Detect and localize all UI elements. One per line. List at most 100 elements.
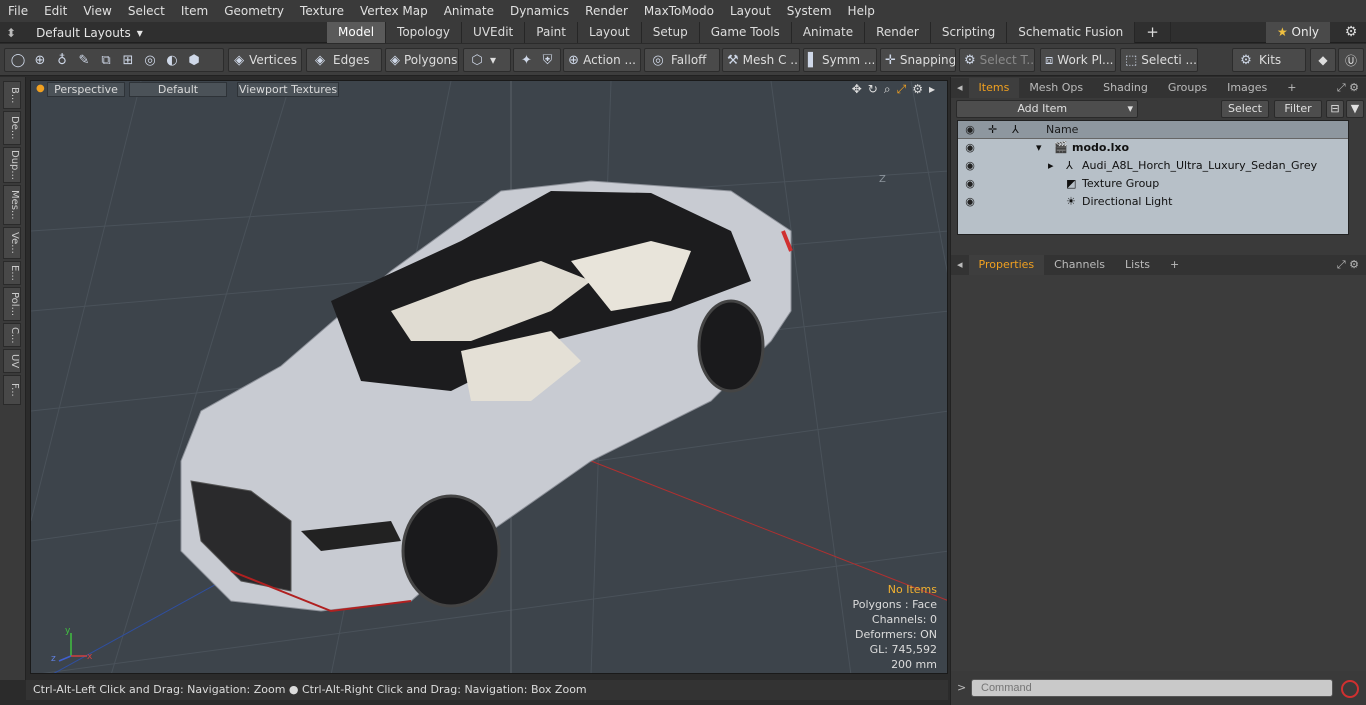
unreal-icon[interactable]: Ⓤ — [1338, 48, 1364, 72]
tab-lists[interactable]: Lists — [1115, 255, 1160, 275]
command-input[interactable] — [971, 679, 1333, 697]
menu-edit[interactable]: Edit — [36, 0, 75, 22]
menu-item[interactable]: Item — [173, 0, 216, 22]
tab-render[interactable]: Render — [865, 22, 931, 43]
left-tab-uv[interactable]: UV — [3, 349, 21, 373]
tab-shading[interactable]: Shading — [1093, 78, 1158, 98]
maximize-icon[interactable]: ⤢ — [897, 82, 907, 97]
menu-animate[interactable]: Animate — [436, 0, 502, 22]
menu-select[interactable]: Select — [120, 0, 173, 22]
car-model[interactable] — [180, 180, 793, 613]
falloff-button[interactable]: ◎ Falloff — [644, 48, 720, 72]
unity-icon[interactable]: ◆ — [1310, 48, 1336, 72]
selection-sets-button[interactable]: ⬚ Selecti ... — [1120, 48, 1198, 72]
pivot-icon[interactable]: ◎ — [141, 51, 159, 69]
tab-topology[interactable]: Topology — [386, 22, 463, 43]
filter-button[interactable]: Filter — [1274, 100, 1322, 118]
viewport-textures-dropdown[interactable]: Viewport Textures — [237, 82, 339, 97]
tab-properties[interactable]: Properties — [968, 255, 1045, 275]
tree-row-scene[interactable]: ◉ ▾ 🎬 modo.lxo — [958, 139, 1350, 157]
expand-arrow-icon[interactable]: ▸ — [1048, 157, 1054, 175]
menu-texture[interactable]: Texture — [292, 0, 352, 22]
gear-icon[interactable]: ⚙ — [912, 82, 923, 97]
tab-scripting[interactable]: Scripting — [930, 22, 1008, 43]
tab-uvedit[interactable]: UVEdit — [462, 22, 526, 43]
symmetry-button[interactable]: ▌ Symm ... — [803, 48, 877, 72]
menu-layout[interactable]: Layout — [722, 0, 779, 22]
menu-maxtomodo[interactable]: MaxToModo — [636, 0, 722, 22]
funnel-icon[interactable]: ▼ — [1346, 100, 1364, 118]
left-tab-vertex[interactable]: Ve... — [3, 227, 21, 259]
menu-help[interactable]: Help — [840, 0, 883, 22]
tab-game-tools[interactable]: Game Tools — [699, 22, 792, 43]
perspective-dropdown[interactable]: Perspective — [47, 82, 125, 97]
visibility-eye-icon[interactable]: ◉ — [962, 157, 978, 175]
tab-schematic-fusion[interactable]: Schematic Fusion — [1007, 22, 1136, 43]
lasso-icon[interactable]: ♁ — [53, 51, 71, 69]
left-tab-edge[interactable]: E... — [3, 261, 21, 285]
tree-row-texture-group[interactable]: ◉ ◩ Texture Group — [958, 175, 1350, 193]
tab-model[interactable]: Model — [327, 22, 387, 43]
layout-collapse-icon[interactable]: ⬍ — [6, 26, 16, 40]
center-icon[interactable]: ⊞ — [119, 51, 137, 69]
tab-groups[interactable]: Groups — [1158, 78, 1217, 98]
left-tab-basic[interactable]: B... — [3, 81, 21, 109]
globe-icon[interactable]: ⊕ — [31, 51, 49, 69]
menu-view[interactable]: View — [75, 0, 119, 22]
left-tab-mesh-edit[interactable]: Mes... — [3, 185, 21, 225]
paint-select-icon[interactable]: ✎ — [75, 51, 93, 69]
panel-menu-icon[interactable]: ◂ — [951, 78, 969, 98]
3d-viewport[interactable]: Z y x z ● Perspective Default Viewport T — [30, 80, 948, 674]
tree-row-light[interactable]: ◉ ☀ Directional Light — [958, 193, 1350, 211]
snapping-button[interactable]: ✛ Snapping — [880, 48, 956, 72]
work-plane-button[interactable]: ⧈ Work Pl... — [1040, 48, 1116, 72]
zoom-icon[interactable]: ⌕ — [884, 82, 891, 97]
axes-column-icon[interactable]: ⅄ — [1012, 121, 1019, 139]
left-tab-fusion[interactable]: F... — [3, 375, 21, 405]
visibility-eye-icon[interactable]: ◉ — [962, 193, 978, 211]
only-toggle[interactable]: ★ Only — [1266, 22, 1330, 43]
play-icon[interactable]: ▸ — [929, 82, 935, 97]
menu-file[interactable]: File — [0, 0, 36, 22]
tab-setup[interactable]: Setup — [641, 22, 700, 43]
panel-options-icons[interactable]: ⤢ ⚙ — [1337, 258, 1366, 272]
visibility-eye-icon[interactable]: ◉ — [962, 139, 978, 157]
mesh-constraint-button[interactable]: ⚒ Mesh C ... — [722, 48, 800, 72]
tab-images[interactable]: Images — [1217, 78, 1277, 98]
kits-button[interactable]: ⚙ Kits — [1232, 48, 1306, 72]
viewport-menu-dot-icon[interactable]: ● — [36, 83, 45, 94]
add-tab-icon[interactable]: + — [1277, 78, 1306, 98]
circle-select-icon[interactable]: ◯ — [9, 51, 27, 69]
tab-layout[interactable]: Layout — [577, 22, 642, 43]
tree-row-mesh[interactable]: ◉ ▸ ⅄ Audi_A8L_Horch_Ultra_Luxury_Sedan_… — [958, 157, 1350, 175]
left-tab-deform[interactable]: De... — [3, 111, 21, 145]
select-through-button[interactable]: ⚙ Select T... — [959, 48, 1035, 72]
record-icon[interactable] — [1341, 680, 1359, 698]
shading-dropdown[interactable]: Default — [129, 82, 227, 97]
edges-button[interactable]: ◈ Edges — [306, 48, 382, 72]
item-mode-icon[interactable]: ⬢ — [185, 51, 203, 69]
select-button[interactable]: Select — [1221, 100, 1269, 118]
collapse-icon[interactable]: ⊟ — [1326, 100, 1344, 118]
visibility-eye-icon[interactable]: ◉ — [962, 175, 978, 193]
material-mode-button[interactable]: ⬡ ▾ — [463, 48, 511, 72]
left-tab-duplicate[interactable]: Dup... — [3, 147, 21, 183]
gear-icon[interactable]: ⚙ — [1336, 22, 1366, 43]
menu-render[interactable]: Render — [577, 0, 636, 22]
add-tab-button[interactable]: + — [1135, 22, 1171, 43]
symmetry-mode-group[interactable]: ✦ ⛨ — [513, 48, 561, 72]
add-tab-icon[interactable]: + — [1160, 255, 1189, 275]
tab-paint[interactable]: Paint — [525, 22, 578, 43]
edge-select-icon[interactable]: ◐ — [163, 51, 181, 69]
add-item-button[interactable]: Add Item ▾ — [956, 100, 1138, 118]
menu-system[interactable]: System — [779, 0, 840, 22]
name-column-header[interactable]: Name — [1046, 121, 1078, 139]
layouts-dropdown[interactable]: ⬍ Default Layouts ▾ — [6, 22, 143, 43]
move-icon[interactable]: ✥ — [852, 82, 862, 97]
menu-geometry[interactable]: Geometry — [216, 0, 292, 22]
left-tab-curve[interactable]: C... — [3, 323, 21, 347]
element-icon[interactable]: ⧉ — [97, 51, 115, 69]
menu-vertex-map[interactable]: Vertex Map — [352, 0, 436, 22]
tab-items[interactable]: Items — [968, 78, 1020, 98]
eye-icon[interactable]: ◉ — [962, 121, 978, 139]
